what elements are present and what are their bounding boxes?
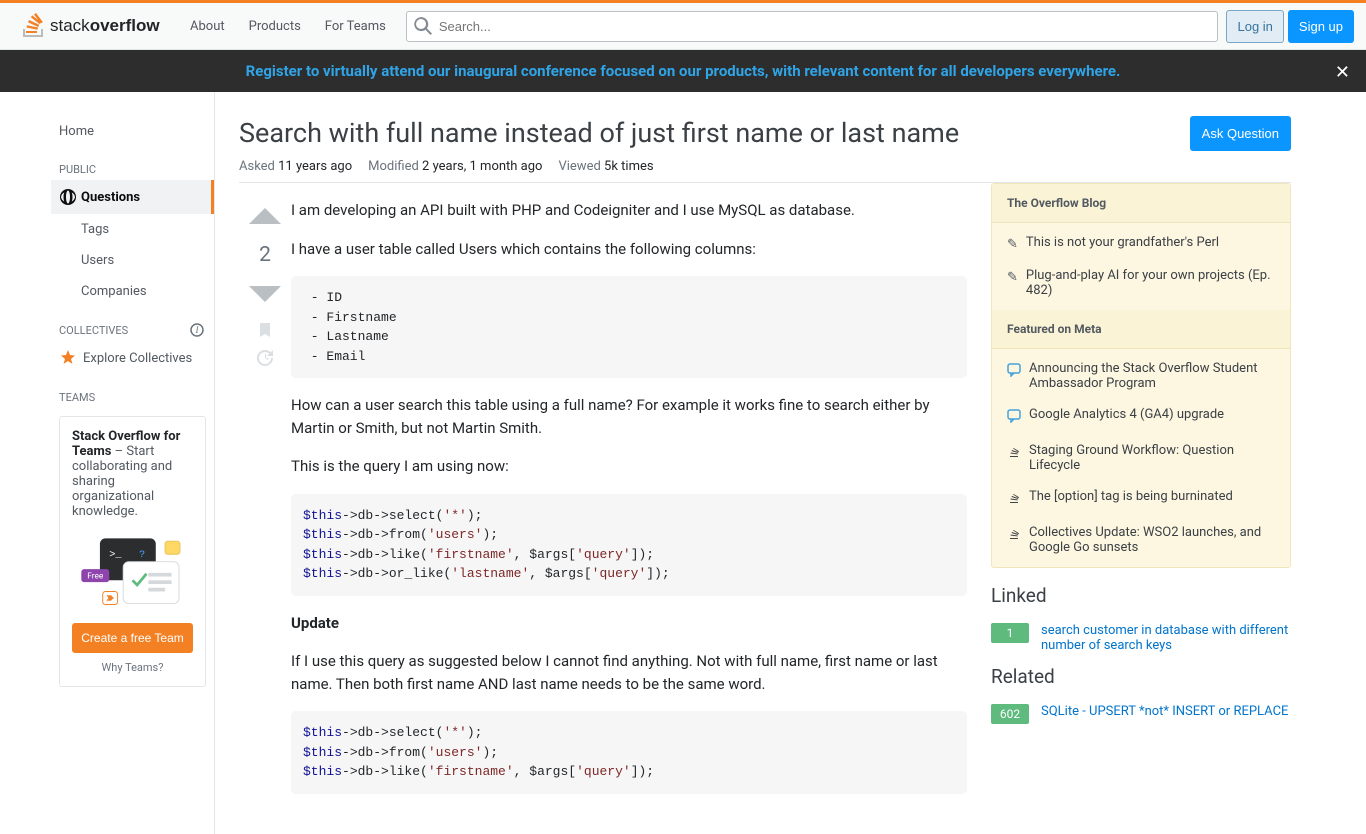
nav-home[interactable]: Home (51, 116, 214, 147)
code-block-query1: $this->db->select('*'); $this->db->from(… (291, 494, 967, 596)
meta-item[interactable]: Collectives Update: WSO2 launches, and G… (992, 517, 1290, 563)
nav-heading-public: PUBLIC (51, 147, 214, 180)
nav-for-teams[interactable]: For Teams (313, 13, 398, 40)
nav-companies[interactable]: Companies (51, 276, 214, 307)
main-content: Search with full name instead of just fi… (215, 92, 1315, 834)
linked-item: 1 search customer in database with diffe… (991, 623, 1291, 653)
update-heading: Update (291, 612, 967, 635)
upvote-icon[interactable] (247, 199, 283, 235)
blog-heading: The Overflow Blog (992, 184, 1290, 223)
post-body: I am developing an API built with PHP an… (291, 199, 967, 810)
login-button[interactable]: Log in (1226, 10, 1283, 43)
banner-link[interactable]: Register to virtually attend our inaugur… (246, 62, 1121, 80)
stack-icon (1007, 445, 1021, 473)
downvote-icon[interactable] (247, 275, 283, 311)
vote-controls: 2 (239, 199, 291, 810)
teams-illustration: >_ ? Free (72, 531, 193, 611)
ask-question-button[interactable]: Ask Question (1190, 116, 1291, 151)
question-title: Search with full name instead of just fi… (239, 116, 959, 151)
related-score: 602 (991, 704, 1029, 724)
nav-heading-teams: TEAMS (51, 375, 214, 408)
nav-heading-collectives: COLLECTIVES i (51, 307, 214, 341)
blog-item[interactable]: ✎This is not your grandfather's Perl (992, 227, 1290, 260)
nav-explore-collectives[interactable]: Explore Collectives (51, 341, 214, 375)
pencil-icon: ✎ (1007, 237, 1018, 252)
history-icon[interactable] (256, 349, 274, 367)
svg-text:i: i (195, 325, 200, 335)
linked-heading: Linked (991, 584, 1291, 607)
stack-icon (1007, 491, 1021, 509)
question-meta: Asked 11 years ago Modified 2 years, 1 m… (239, 159, 1291, 183)
create-team-button[interactable]: Create a free Team (72, 623, 193, 653)
nav-users[interactable]: Users (51, 245, 214, 276)
code-block-query2: $this->db->select('*'); $this->db->from(… (291, 711, 967, 794)
speech-icon (1007, 409, 1021, 427)
nav-products[interactable]: Products (237, 13, 313, 40)
vote-count: 2 (259, 243, 271, 267)
related-item: 602 SQLite - UPSERT *not* INSERT or REPL… (991, 704, 1291, 724)
pencil-icon: ✎ (1007, 270, 1018, 298)
topbar-nav: About Products For Teams (178, 13, 398, 40)
bookmark-icon[interactable] (256, 321, 274, 339)
speech-icon (1007, 363, 1021, 391)
nav-about[interactable]: About (178, 13, 237, 40)
teams-promo: Stack Overflow for Teams – Start collabo… (59, 416, 206, 687)
search-container (406, 11, 1219, 42)
why-teams-link[interactable]: Why Teams? (72, 661, 193, 674)
blog-item[interactable]: ✎Plug-and-play AI for your own projects … (992, 260, 1290, 306)
logo[interactable]: stackoverflow (12, 3, 178, 49)
related-heading: Related (991, 665, 1291, 688)
announcement-banner: Register to virtually attend our inaugur… (0, 50, 1366, 92)
right-sidebar: The Overflow Blog ✎This is not your gran… (991, 183, 1291, 810)
svg-text:>_: >_ (109, 549, 122, 561)
sidebar-widget: The Overflow Blog ✎This is not your gran… (991, 183, 1291, 568)
linked-link[interactable]: search customer in database with differe… (1041, 623, 1291, 653)
meta-item[interactable]: Google Analytics 4 (GA4) upgrade (992, 399, 1290, 435)
nav-questions-label: Questions (81, 190, 140, 205)
meta-item[interactable]: The [option] tag is being burninated (992, 481, 1290, 517)
search-icon (414, 17, 432, 35)
close-icon[interactable]: ✕ (1335, 62, 1350, 83)
nav-questions[interactable]: Questions (51, 180, 214, 214)
globe-icon (59, 188, 77, 206)
svg-text:stackoverflow: stackoverflow (50, 16, 160, 35)
svg-text:?: ? (139, 549, 145, 561)
meta-heading: Featured on Meta (992, 310, 1290, 349)
star-burst-icon (59, 349, 77, 367)
search-input[interactable] (406, 11, 1219, 42)
related-link[interactable]: SQLite - UPSERT *not* INSERT or REPLACE (1041, 704, 1288, 719)
left-sidebar: Home PUBLIC Questions Tags Users Compani… (51, 92, 215, 834)
stack-icon (1007, 527, 1021, 555)
info-icon[interactable]: i (190, 323, 204, 337)
svg-text:Free: Free (87, 571, 104, 581)
meta-item[interactable]: Announcing the Stack Overflow Student Am… (992, 353, 1290, 399)
nav-tags[interactable]: Tags (51, 214, 214, 245)
meta-item[interactable]: Staging Ground Workflow: Question Lifecy… (992, 435, 1290, 481)
topbar: stackoverflow About Products For Teams L… (0, 3, 1366, 50)
code-block-columns: - ID - Firstname - Lastname - Email (291, 276, 967, 378)
signup-button[interactable]: Sign up (1288, 10, 1354, 43)
linked-score: 1 (991, 623, 1029, 643)
